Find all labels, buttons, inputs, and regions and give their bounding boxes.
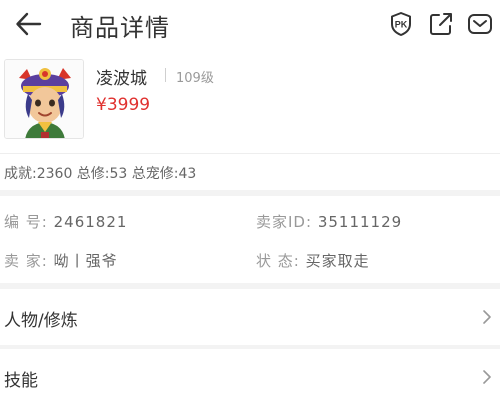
status: 状 态: 买家取走 [256,250,370,271]
item-number-value: 2461821 [53,213,128,231]
divider [0,153,500,154]
product-name: 凌波城 [96,69,147,89]
product-price: ¥3999 [96,95,151,115]
chevron-right-icon [483,370,491,384]
chevron-right-icon [483,310,491,324]
status-value: 买家取走 [305,252,370,270]
share-icon[interactable] [428,11,454,37]
seller-id-value: 35111129 [317,213,403,231]
stats-summary: 成就:2360 总修:53 总宠修:43 [4,166,197,182]
seller: 卖 家: 呦丨强爷 [4,250,118,271]
character-avatar [4,59,84,139]
seller-value: 呦丨强爷 [53,252,118,270]
section-row-label: 人物/修炼 [4,311,78,331]
seller-label: 卖 家: [4,252,48,270]
section-row-character[interactable]: 人物/修炼 [0,289,500,345]
product-card[interactable]: 凌波城 109级 ¥3999 [0,54,500,148]
status-label: 状 态: [256,252,300,270]
item-number-label: 编 号: [4,213,48,231]
seller-id: 卖家ID: 35111129 [256,211,402,232]
svg-text:PK: PK [395,20,408,30]
page-title: 商品详情 [70,14,170,42]
section-gap [0,190,500,196]
pk-compare-icon[interactable]: PK [388,11,414,37]
product-level: 109级 [176,71,214,86]
section-row-skills[interactable]: 技能 [0,349,500,402]
name-level-divider [165,68,166,82]
back-arrow-icon[interactable] [14,10,44,38]
character-portrait-icon [5,60,83,138]
message-icon[interactable] [467,11,493,37]
top-bar: 商品详情 PK [0,0,500,48]
section-row-label: 技能 [4,371,38,391]
seller-id-label: 卖家ID: [256,213,313,231]
item-number: 编 号: 2461821 [4,211,127,232]
